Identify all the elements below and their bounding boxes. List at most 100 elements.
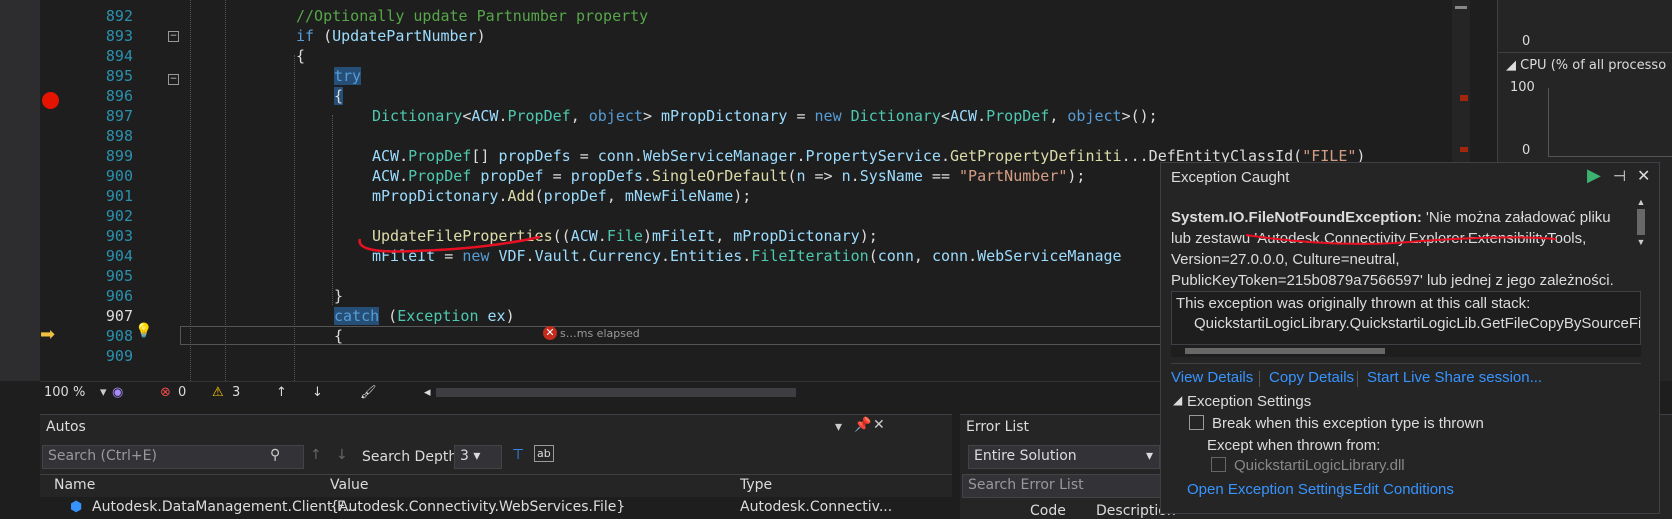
dock-icon[interactable]: ⊣ (1613, 167, 1626, 185)
error-search-input[interactable]: Search Error List (962, 474, 1162, 498)
column-value[interactable]: Value (330, 477, 368, 493)
red-annotation-underline (1245, 234, 1557, 245)
exception-helper-popup: Exception Caught ▶ ⊣ ✕ System.IO.FileNot… (1160, 162, 1660, 514)
autos-title: Autos (46, 419, 86, 435)
left-tool-strip (0, 0, 40, 381)
cpu-chart-area (1548, 88, 1672, 157)
dll-exception-checkbox[interactable]: QuickstartiLogicLibrary.dll (1211, 457, 1405, 474)
break-when-thrown-checkbox[interactable]: Break when this exception type is thrown (1189, 415, 1484, 432)
chevron-down-icon[interactable]: ▾ (100, 385, 107, 400)
collapse-region-toggle[interactable]: − (168, 74, 179, 85)
line-number: 901 (105, 187, 133, 205)
code-text: } (334, 287, 344, 305)
zoom-level[interactable]: 100 % (44, 385, 85, 400)
autos-panel: Autos ▾ 📌 ✕ Search (Ctrl+E) ⚲ ↑ ↓ Search… (40, 414, 952, 519)
scroll-left-icon[interactable]: ◂ (424, 385, 431, 400)
stack-hscrollbar[interactable] (1171, 345, 1641, 357)
cpu-chart-title-text: CPU (% of all processo (1520, 58, 1667, 73)
row-value: {Autodesk.Connectivity.WebServices.File} (330, 499, 626, 515)
stack-frame[interactable]: QuickstartiLogicLibrary.QuickstartiLogic… (1176, 314, 1640, 334)
filter-icon[interactable]: ⊤ (512, 447, 524, 463)
breakpoint-icon[interactable] (42, 92, 59, 109)
line-number: 906 (105, 287, 133, 305)
column-type[interactable]: Type (740, 477, 772, 493)
dll-label: QuickstartiLogicLibrary.dll (1234, 457, 1405, 474)
scope-select[interactable]: Entire Solution ▾ (968, 445, 1160, 469)
call-stack-box: This exception was originally thrown at … (1171, 291, 1641, 345)
column-code[interactable]: Code (1030, 503, 1066, 519)
open-exception-settings-link[interactable]: Open Exception Settings (1187, 481, 1352, 498)
error-list-title: Error List (966, 419, 1030, 435)
line-number: 905 (105, 267, 133, 285)
row-type: Autodesk.Connectiv... (740, 499, 893, 515)
error-icon[interactable]: ⊗ (160, 385, 171, 400)
stack-header: This exception was originally thrown at … (1176, 295, 1531, 312)
expand-caret-icon[interactable]: ◢ (1173, 393, 1182, 407)
code-line[interactable]: 895 try (40, 66, 1460, 87)
autos-search-input[interactable]: Search (Ctrl+E) (42, 445, 304, 469)
code-line[interactable]: 896{ (40, 86, 1460, 107)
close-icon[interactable]: ✕ (1637, 166, 1650, 186)
copy-details-link[interactable]: Copy Details (1269, 369, 1354, 386)
search-icon[interactable]: ⚲ (270, 447, 280, 463)
exception-type: System.IO.FileNotFoundException: (1171, 209, 1422, 226)
exception-settings-title: Exception Settings (1187, 393, 1312, 410)
line-number: 909 (105, 347, 133, 365)
row-name: Autodesk.DataManagement.Client.F... (92, 499, 357, 515)
instruction-pointer-icon[interactable]: ➡ (40, 324, 55, 345)
except-when-label: Except when thrown from: (1207, 437, 1381, 454)
search-back-icon[interactable]: ↑ (310, 447, 322, 463)
search-depth-select[interactable]: 3 ▾ (454, 445, 502, 469)
column-name[interactable]: Name (54, 477, 95, 493)
search-depth-value: 3 (460, 448, 469, 464)
break-label: Break when this exception type is thrown (1212, 415, 1484, 432)
brush-icon[interactable]: 🖌 (360, 385, 377, 400)
line-number: 897 (105, 107, 133, 125)
chevron-down-icon: ▾ (1145, 448, 1153, 464)
code-line[interactable]: 893 if (UpdatePartNumber) (40, 26, 1460, 47)
line-number: 900 (105, 167, 133, 185)
exception-error-icon[interactable]: ✕ (543, 326, 557, 340)
live-share-link[interactable]: Start Live Share session... (1367, 369, 1542, 386)
code-text: ACW.PropDef propDef = propDefs.SingleOrD… (372, 167, 1086, 185)
line-number: 904 (105, 247, 133, 265)
code-line[interactable]: 898 (40, 126, 1460, 147)
close-icon[interactable]: ✕ (873, 417, 885, 433)
search-forward-icon[interactable]: ↓ (336, 447, 348, 463)
view-details-link[interactable]: View Details (1171, 369, 1253, 386)
horizontal-scrollbar[interactable] (436, 388, 796, 397)
code-line[interactable]: 894 { (40, 46, 1460, 67)
line-number: 894 (105, 47, 133, 65)
arrow-down-icon[interactable]: ↓ (312, 385, 323, 400)
continue-icon[interactable]: ▶ (1587, 165, 1601, 186)
pin-icon[interactable]: 📌 (854, 417, 871, 433)
line-number: 899 (105, 147, 133, 165)
collapse-region-toggle[interactable]: − (168, 31, 179, 42)
cpu-axis-min: 0 (1522, 143, 1531, 158)
arrow-up-icon[interactable]: ↑ (276, 385, 287, 400)
cpu-chart-title: ◢ CPU (% of all processo (1506, 58, 1667, 73)
warning-icon[interactable]: ⚠ (212, 385, 224, 400)
code-line[interactable]: 897 Dictionary<ACW.PropDef, object> mProp… (40, 106, 1460, 127)
memory-axis-min: 0 (1522, 34, 1531, 49)
table-row[interactable]: ⬢ Autodesk.DataManagement.Client.F... {A… (40, 497, 952, 519)
hex-display-icon[interactable]: ab (534, 445, 554, 462)
error-count[interactable]: 0 (178, 385, 186, 400)
lightbulb-icon[interactable]: 💡 (135, 323, 152, 339)
search-depth-label: Search Depth: (362, 449, 462, 465)
panel-dropdown-icon[interactable]: ▾ (835, 419, 842, 435)
code-text: //Optionally update Partnumber property (296, 7, 649, 25)
code-line[interactable]: 892 //Optionally update Partnumber proper… (40, 6, 1460, 27)
checkbox-icon (1211, 457, 1226, 472)
copilot-icon[interactable]: ◉ (112, 385, 123, 400)
line-number: 903 (105, 227, 133, 245)
warning-count[interactable]: 3 (232, 385, 240, 400)
exception-message: System.IO.FileNotFoundException: 'Nie mo… (1171, 207, 1626, 291)
edit-conditions-link[interactable]: Edit Conditions (1353, 481, 1454, 498)
code-text: mPropDictonary.Add(propDef, mNewFileName… (372, 187, 752, 205)
code-text: { (296, 47, 306, 65)
message-scrollbar[interactable]: ▲ ▼ (1635, 197, 1647, 267)
cpu-axis-max: 100 (1510, 80, 1535, 95)
line-number: 902 (105, 207, 133, 225)
line-number: 893 (105, 27, 133, 45)
